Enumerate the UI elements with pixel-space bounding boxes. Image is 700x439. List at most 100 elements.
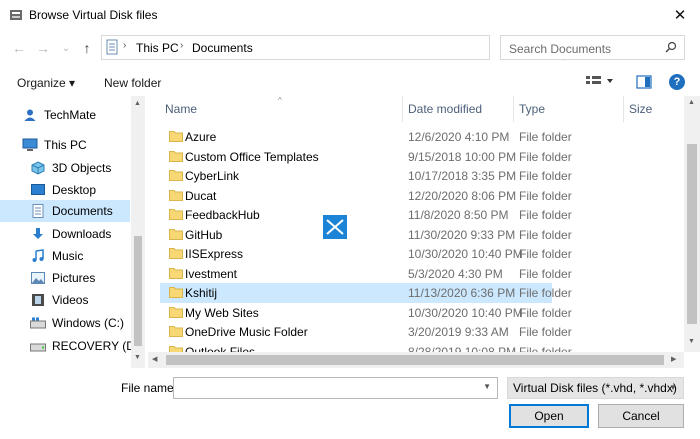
search-input[interactable]: Search Documents — [500, 35, 685, 60]
column-header-date[interactable]: Date modified — [400, 96, 513, 122]
file-name[interactable]: FeedbackHub — [185, 208, 260, 222]
document-icon — [30, 203, 46, 219]
file-row[interactable]: Custom Office Templates 9/15/2018 10:00 P… — [160, 147, 572, 167]
scroll-down-icon[interactable]: ▼ — [134, 354, 141, 361]
cancel-button[interactable]: Cancel — [598, 404, 684, 428]
file-row[interactable]: GitHub 11/30/2020 9:33 PM File folder — [160, 225, 572, 245]
file-name[interactable]: GitHub — [185, 228, 222, 242]
breadcrumb-separator-icon[interactable]: › — [180, 40, 183, 51]
sidebar-item-label: 3D Objects — [52, 161, 112, 175]
documents-location-icon — [105, 39, 119, 56]
file-name[interactable]: Ivestment — [185, 267, 237, 281]
picture-icon — [30, 270, 46, 286]
sidebar-item-techmate[interactable]: TechMate — [0, 104, 130, 126]
preview-pane-icon[interactable] — [636, 75, 652, 92]
file-name[interactable]: CyberLink — [185, 169, 239, 183]
column-header-size[interactable]: Size — [621, 96, 681, 122]
navigation-scrollbar[interactable]: ▲ ▼ — [131, 96, 145, 368]
window-title: Browse Virtual Disk files — [29, 8, 158, 22]
help-icon[interactable]: ? — [669, 74, 685, 90]
folder-icon — [169, 306, 183, 318]
file-list-vertical-scrollbar[interactable]: ▲ ▼ — [684, 96, 700, 352]
file-name[interactable]: My Web Sites — [185, 306, 259, 320]
file-name-label: File name: — [121, 381, 178, 395]
file-type: File folder — [519, 305, 572, 320]
organize-button[interactable]: Organize ▾ — [17, 76, 75, 90]
forward-button[interactable]: → — [33, 38, 53, 58]
search-placeholder: Search Documents — [509, 42, 612, 56]
file-type-select[interactable]: Virtual Disk files (*.vhd, *.vhdx) ▼ — [507, 377, 684, 399]
recent-locations-button[interactable]: ⌄ — [56, 38, 76, 58]
up-button[interactable]: ↑ — [77, 38, 97, 58]
file-row[interactable]: CyberLink 10/17/2018 3:35 PM File folder — [160, 166, 572, 186]
sidebar-item-label: RECOVERY (D:) — [52, 339, 143, 353]
sidebar-item-downloads[interactable]: Downloads — [0, 223, 130, 245]
file-date-modified: 12/6/2020 4:10 PM — [408, 130, 510, 144]
file-list-horizontal-scrollbar[interactable]: ◀ ▶ — [148, 352, 684, 368]
sidebar-item-3d-objects[interactable]: 3D Objects — [0, 157, 130, 179]
file-date-modified: 9/15/2018 10:00 PM — [408, 149, 517, 164]
file-row[interactable]: Outlook Files 8/28/2019 10:08 PM File fold… — [160, 342, 572, 353]
file-name-field[interactable]: ▼ — [173, 377, 498, 399]
folder-icon — [169, 286, 183, 298]
file-name[interactable]: Azure — [185, 130, 216, 144]
file-row[interactable]: OneDrive Music Folder 3/20/2019 9:33 AM Fi… — [160, 322, 572, 342]
file-list: ^ Name Date modified Type Size Azure 12/6… — [152, 96, 684, 352]
file-row[interactable]: Azure 12/6/2020 4:10 PM File folder — [160, 127, 572, 147]
sidebar-item-videos[interactable]: Videos — [0, 289, 130, 311]
file-name[interactable]: Ducat — [185, 189, 216, 203]
scroll-up-icon[interactable]: ▲ — [134, 100, 141, 107]
scrollbar-thumb[interactable] — [134, 236, 142, 346]
sidebar-item-label: Downloads — [52, 227, 112, 241]
sidebar-item-label: Pictures — [52, 271, 96, 285]
sidebar-item-documents[interactable]: Documents — [0, 200, 130, 222]
file-date-modified: 10/30/2020 10:40 PM — [408, 247, 523, 261]
drive-icon — [30, 315, 46, 331]
column-header-type[interactable]: Type — [511, 96, 623, 122]
file-name[interactable]: IISExpress — [185, 247, 243, 261]
file-type: File folder — [519, 227, 572, 242]
scroll-left-icon[interactable]: ◀ — [152, 355, 157, 363]
sidebar-item-this-pc[interactable]: This PC — [0, 134, 130, 156]
file-type: File folder — [519, 208, 572, 222]
command-bar: Organize ▾ New folder ? — [0, 70, 700, 96]
file-row[interactable]: FeedbackHub 11/8/2020 8:50 PM File folder — [160, 205, 572, 225]
user-icon — [22, 107, 38, 123]
scrollbar-thumb[interactable] — [166, 355, 664, 365]
file-row[interactable]: Ducat 12/20/2020 8:06 PM File folder — [160, 186, 572, 206]
sidebar-item-recovery-d[interactable]: RECOVERY (D:) — [0, 335, 142, 357]
folder-icon — [169, 325, 183, 337]
chevron-down-icon[interactable]: ▼ — [483, 382, 491, 391]
file-name[interactable]: Kshitij — [185, 286, 217, 300]
breadcrumb-this-pc[interactable]: This PC — [136, 41, 179, 55]
sidebar-item-windows-c[interactable]: Windows (C:) — [0, 312, 130, 334]
column-header-name[interactable]: Name — [157, 96, 402, 122]
sidebar-item-pictures[interactable]: Pictures — [0, 267, 130, 289]
sidebar-item-label: Music — [52, 249, 84, 263]
sidebar-item-music[interactable]: Music — [0, 245, 130, 267]
cube-icon — [30, 160, 46, 176]
file-name[interactable]: Outlook Files — [185, 345, 255, 353]
scrollbar-thumb[interactable] — [687, 144, 697, 324]
sidebar-item-desktop[interactable]: Desktop — [0, 179, 130, 201]
folder-icon — [169, 228, 183, 240]
breadcrumb-separator-icon[interactable]: › — [123, 40, 126, 51]
view-options-icon[interactable] — [585, 74, 615, 91]
scroll-right-icon[interactable]: ▶ — [671, 355, 676, 363]
chevron-down-icon[interactable]: ▼ — [669, 383, 677, 392]
back-button[interactable]: ← — [9, 38, 29, 58]
file-name[interactable]: Custom Office Templates — [185, 150, 319, 164]
scroll-up-icon[interactable]: ▲ — [688, 99, 695, 106]
address-bar[interactable]: › This PC › Documents ⌄ ↻ — [101, 35, 583, 61]
file-name[interactable]: OneDrive Music Folder — [185, 325, 308, 339]
new-folder-button[interactable]: New folder — [104, 76, 161, 90]
breadcrumb-documents[interactable]: Documents — [192, 41, 253, 55]
file-row[interactable]: Kshitij 11/13/2020 6:36 PM File folder — [160, 283, 572, 303]
file-row[interactable]: My Web Sites 10/30/2020 10:40 PM File fold… — [160, 303, 572, 323]
open-button[interactable]: Open — [509, 404, 589, 428]
file-row[interactable]: IISExpress 10/30/2020 10:40 PM File folder — [160, 244, 572, 264]
file-type: File folder — [519, 188, 572, 203]
close-button[interactable]: ✕ — [660, 0, 700, 30]
scroll-down-icon[interactable]: ▼ — [688, 338, 695, 345]
file-row[interactable]: Ivestment 5/3/2020 4:30 PM File folder — [160, 264, 572, 284]
